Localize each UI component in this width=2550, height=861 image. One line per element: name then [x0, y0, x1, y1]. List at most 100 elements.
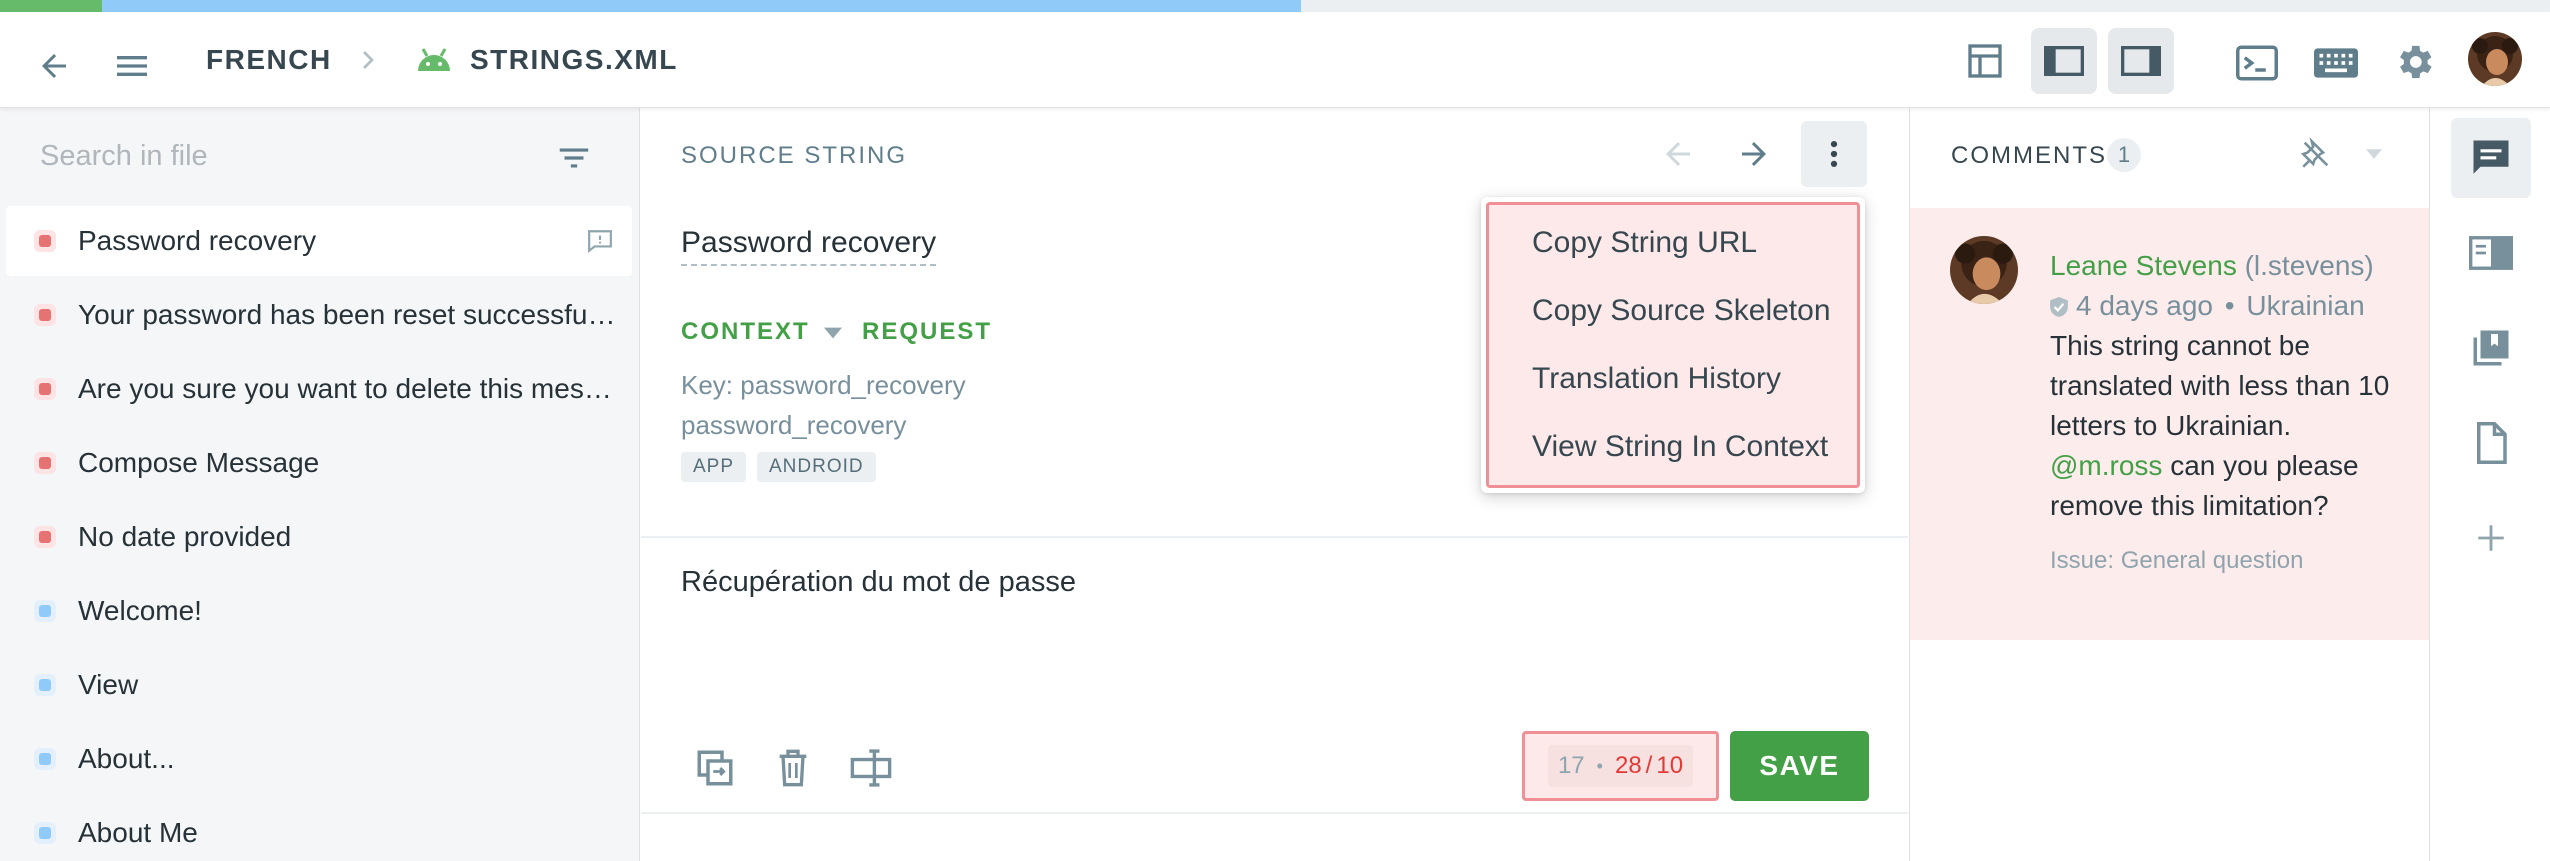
comment-time: 4 days ago	[2076, 290, 2213, 321]
terminal-icon[interactable]	[2232, 38, 2282, 88]
list-item-text: Are you sure you want to delete this mes…	[78, 373, 618, 404]
divider	[641, 536, 1908, 538]
comment-card: Leane Stevens (l.stevens) 4 days ago • U…	[1910, 208, 2430, 640]
comments-tab-button[interactable]	[2451, 118, 2531, 198]
menu-item-copy-string-url[interactable]: Copy String URL	[1481, 209, 1865, 277]
book-open-icon	[2469, 236, 2513, 270]
request-link[interactable]: REQUEST	[862, 318, 992, 346]
comment-indicator-icon	[586, 228, 614, 254]
untranslated-status-icon	[34, 378, 56, 400]
list-item[interactable]: Your password has been reset successfull…	[6, 280, 632, 350]
trash-icon[interactable]	[765, 740, 821, 796]
arrow-left-icon	[1666, 142, 1690, 166]
comment-body-line: remove this limitation?	[2050, 490, 2329, 521]
translation-input[interactable]: Récupération du mot de passe	[681, 566, 1076, 599]
more-options-button[interactable]	[1801, 121, 1867, 187]
list-item-text: View	[78, 669, 139, 700]
arrow-right-icon	[1742, 142, 1766, 166]
layout-left-panel-icon	[2044, 46, 2084, 76]
filter-icon[interactable]	[552, 136, 596, 180]
source-string-header: SOURCE STRING	[681, 142, 908, 169]
menu-item-translation-history[interactable]: Translation History	[1481, 345, 1865, 413]
untranslated-status-icon	[34, 304, 56, 326]
save-button[interactable]: SAVE	[1730, 731, 1869, 801]
next-string-button[interactable]	[1721, 121, 1787, 187]
comment-body-line: letters to Ukrainian.	[2050, 410, 2292, 441]
list-item-text: Compose Message	[78, 447, 320, 478]
comment-author-name[interactable]: Leane Stevens	[2050, 250, 2237, 281]
arrow-left-icon[interactable]	[26, 38, 82, 94]
strings-list-panel: Password recovery Your password has been…	[0, 108, 640, 861]
list-item-text: Your password has been reset successfull…	[78, 299, 618, 330]
search-input[interactable]	[40, 130, 520, 182]
menu-item-copy-source-skeleton[interactable]: Copy Source Skeleton	[1481, 277, 1865, 345]
list-item[interactable]: View	[6, 650, 632, 720]
text-cursor-icon[interactable]	[843, 740, 899, 796]
context-label: CONTEXT	[681, 318, 810, 345]
comment-language: Ukrainian	[2246, 290, 2365, 321]
gear-icon[interactable]	[2388, 36, 2440, 88]
translated-progress	[102, 0, 1301, 12]
layout-grid-button[interactable]	[1952, 28, 2018, 94]
list-item[interactable]: About Me	[6, 798, 632, 861]
more-vertical-icon	[1830, 140, 1838, 168]
translated-status-icon	[34, 600, 56, 622]
right-rail	[2429, 108, 2550, 861]
file-icon	[2477, 422, 2507, 464]
shield-check-icon	[2050, 297, 2068, 317]
comment-body-text: can you please	[2170, 450, 2359, 481]
untranslated-status-icon	[34, 230, 56, 252]
counter-separator: •	[1596, 755, 1603, 776]
previous-string-button[interactable]	[1645, 121, 1711, 187]
glossary-tab-button[interactable]	[2451, 213, 2531, 293]
max-length: 10	[1656, 752, 1684, 779]
layout-left-panel-button[interactable]	[2031, 28, 2097, 94]
comments-count-badge: 1	[2107, 138, 2141, 172]
file-tab-button[interactable]	[2451, 403, 2531, 483]
copy-source-icon[interactable]	[687, 740, 743, 796]
more-options-menu: Copy String URL Copy Source Skeleton Tra…	[1481, 197, 1865, 493]
list-item[interactable]: Compose Message	[6, 428, 632, 498]
comment-body-line: This string cannot be	[2050, 330, 2310, 361]
list-item-text: Welcome!	[78, 595, 202, 626]
menu-item-view-in-context[interactable]: View String In Context	[1481, 413, 1865, 481]
context-toggle[interactable]: CONTEXT	[681, 318, 843, 346]
breadcrumb-file[interactable]: STRINGS.XML	[470, 12, 678, 108]
translated-status-icon	[34, 822, 56, 844]
translated-status-icon	[34, 674, 56, 696]
android-icon	[412, 40, 456, 80]
top-bar: FRENCH STRINGS.XML	[0, 12, 2550, 108]
comment-body-line: translated with less than 10	[2050, 370, 2390, 401]
comment-issue-type: Issue: General question	[2050, 547, 2304, 574]
translation-progress-bar	[0, 0, 2550, 12]
character-counter: 17 • 28 / 10	[1547, 745, 1694, 787]
unpin-icon[interactable]	[2294, 132, 2338, 176]
comment-author-avatar[interactable]	[1950, 236, 2018, 304]
list-item[interactable]: About...	[6, 724, 632, 794]
list-item-text: About...	[78, 743, 175, 774]
character-counter-highlight: 17 • 28 / 10	[1522, 731, 1719, 801]
list-item[interactable]: No date provided	[6, 502, 632, 572]
search-bar	[0, 108, 640, 204]
list-item[interactable]: Are you sure you want to delete this mes…	[6, 354, 632, 424]
untranslated-status-icon	[34, 452, 56, 474]
keyboard-icon[interactable]	[2310, 38, 2362, 88]
list-item[interactable]: Password recovery	[6, 206, 632, 276]
layout-right-panel-icon	[2121, 46, 2161, 76]
source-length: 17	[1557, 752, 1585, 779]
library-books-icon	[2473, 330, 2509, 366]
add-button[interactable]	[2451, 498, 2531, 578]
comment-icon	[2473, 140, 2509, 174]
string-identifier: password_recovery	[681, 410, 907, 440]
comment-mention[interactable]: @m.ross	[2050, 450, 2162, 481]
comment-username: (l.stevens)	[2244, 250, 2374, 281]
hamburger-menu-icon[interactable]	[104, 38, 160, 94]
comment-meta-separator: •	[2224, 290, 2235, 321]
caret-down-icon[interactable]	[2362, 144, 2386, 164]
list-item[interactable]: Welcome!	[6, 576, 632, 646]
layout-right-panel-button[interactable]	[2108, 28, 2174, 94]
translation-memory-tab-button[interactable]	[2451, 308, 2531, 388]
source-string-text: Password recovery	[681, 226, 937, 266]
breadcrumb-language[interactable]: FRENCH	[206, 12, 332, 108]
user-avatar[interactable]	[2468, 32, 2522, 86]
